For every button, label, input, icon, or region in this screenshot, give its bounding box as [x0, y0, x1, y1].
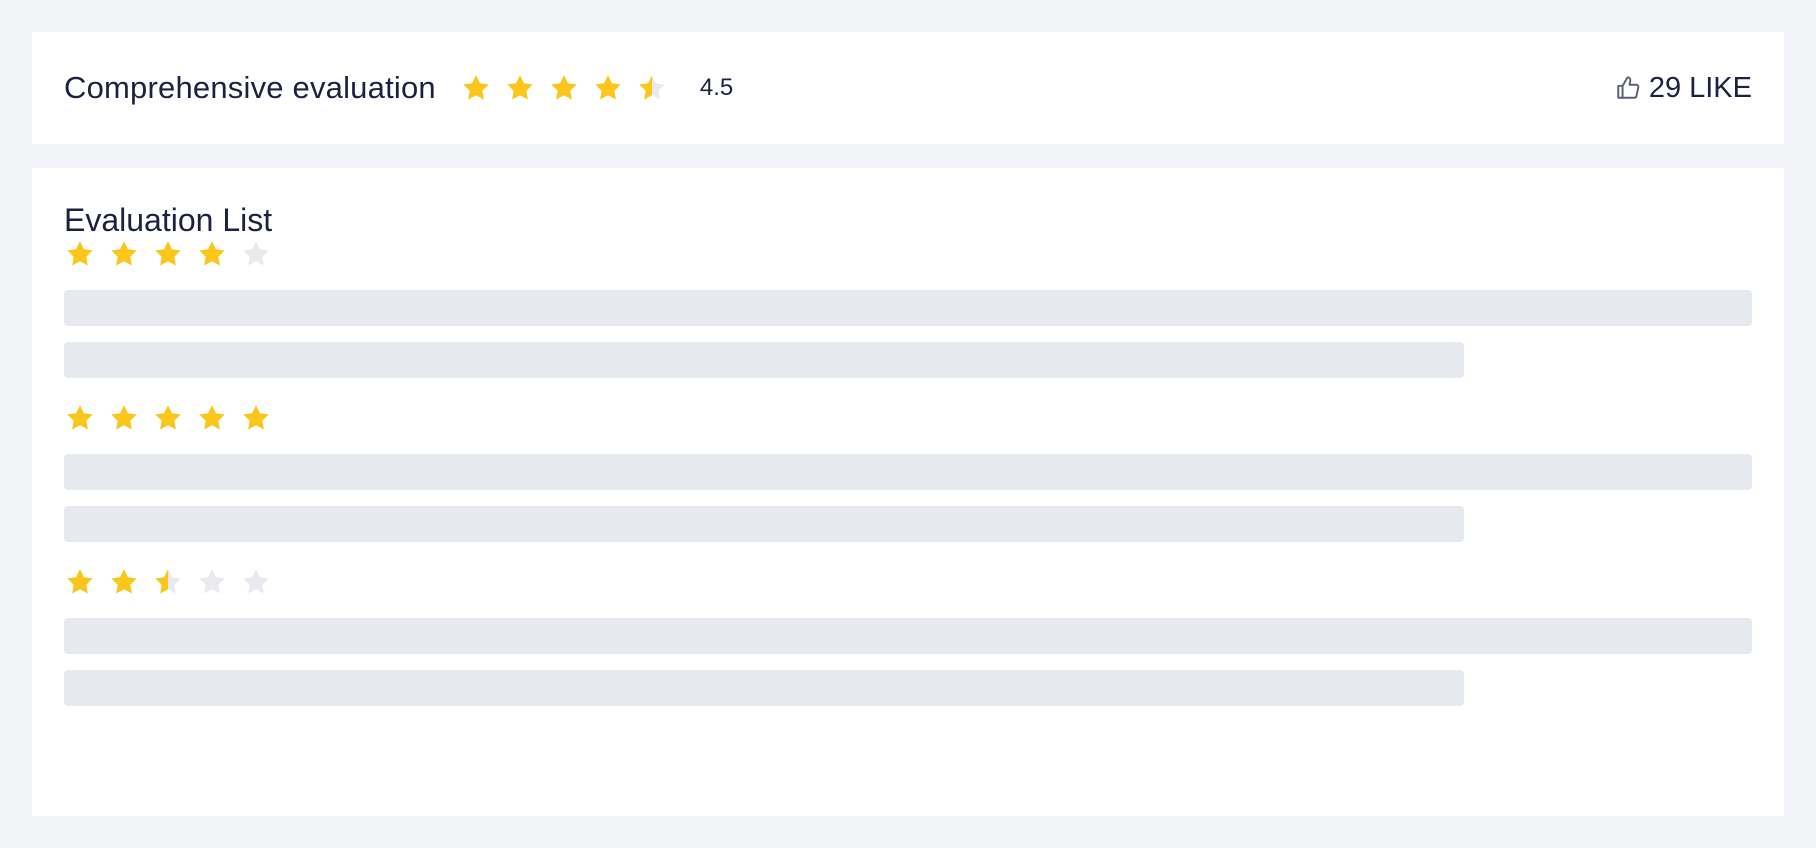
review-rating-stars	[64, 238, 1752, 270]
review-text-placeholder	[64, 454, 1752, 490]
star-icon	[592, 72, 624, 104]
star-icon	[196, 566, 228, 598]
review-item	[64, 238, 1752, 378]
summary-card: Comprehensive evaluation 4.5 29 LIKE	[32, 32, 1784, 144]
review-text-placeholder	[64, 506, 1464, 542]
star-icon	[548, 72, 580, 104]
summary-rating-stars	[460, 72, 668, 104]
star-icon	[196, 402, 228, 434]
review-rating-stars	[64, 566, 1752, 598]
star-icon	[504, 72, 536, 104]
star-icon	[240, 402, 272, 434]
star-icon	[240, 238, 272, 270]
review-text-placeholder	[64, 618, 1752, 654]
star-icon	[64, 402, 96, 434]
star-icon	[108, 238, 140, 270]
like-count: 29 LIKE	[1648, 71, 1752, 104]
star-icon	[152, 238, 184, 270]
evaluation-list-title: Evaluation List	[64, 202, 273, 238]
review-item	[64, 566, 1752, 706]
star-icon	[152, 566, 184, 598]
star-icon	[152, 402, 184, 434]
star-icon	[460, 72, 492, 104]
like-button[interactable]: 29 LIKE	[1615, 72, 1752, 105]
thumbs-up-icon	[1615, 75, 1641, 101]
review-rating-stars	[64, 402, 1752, 434]
summary-score: 4.5	[699, 74, 734, 101]
star-icon	[64, 566, 96, 598]
summary-title: Comprehensive evaluation	[64, 70, 436, 105]
review-text-placeholder	[64, 342, 1464, 378]
page: Comprehensive evaluation 4.5 29 LIKE Eva…	[0, 0, 1816, 848]
review-text-placeholder	[64, 670, 1464, 706]
star-icon	[108, 566, 140, 598]
star-icon	[108, 402, 140, 434]
evaluation-list-card: Evaluation List	[32, 168, 1784, 816]
review-item	[64, 402, 1752, 542]
star-icon	[64, 238, 96, 270]
star-icon	[240, 566, 272, 598]
star-icon	[636, 72, 668, 104]
star-icon	[196, 238, 228, 270]
review-text-placeholder	[64, 290, 1752, 326]
